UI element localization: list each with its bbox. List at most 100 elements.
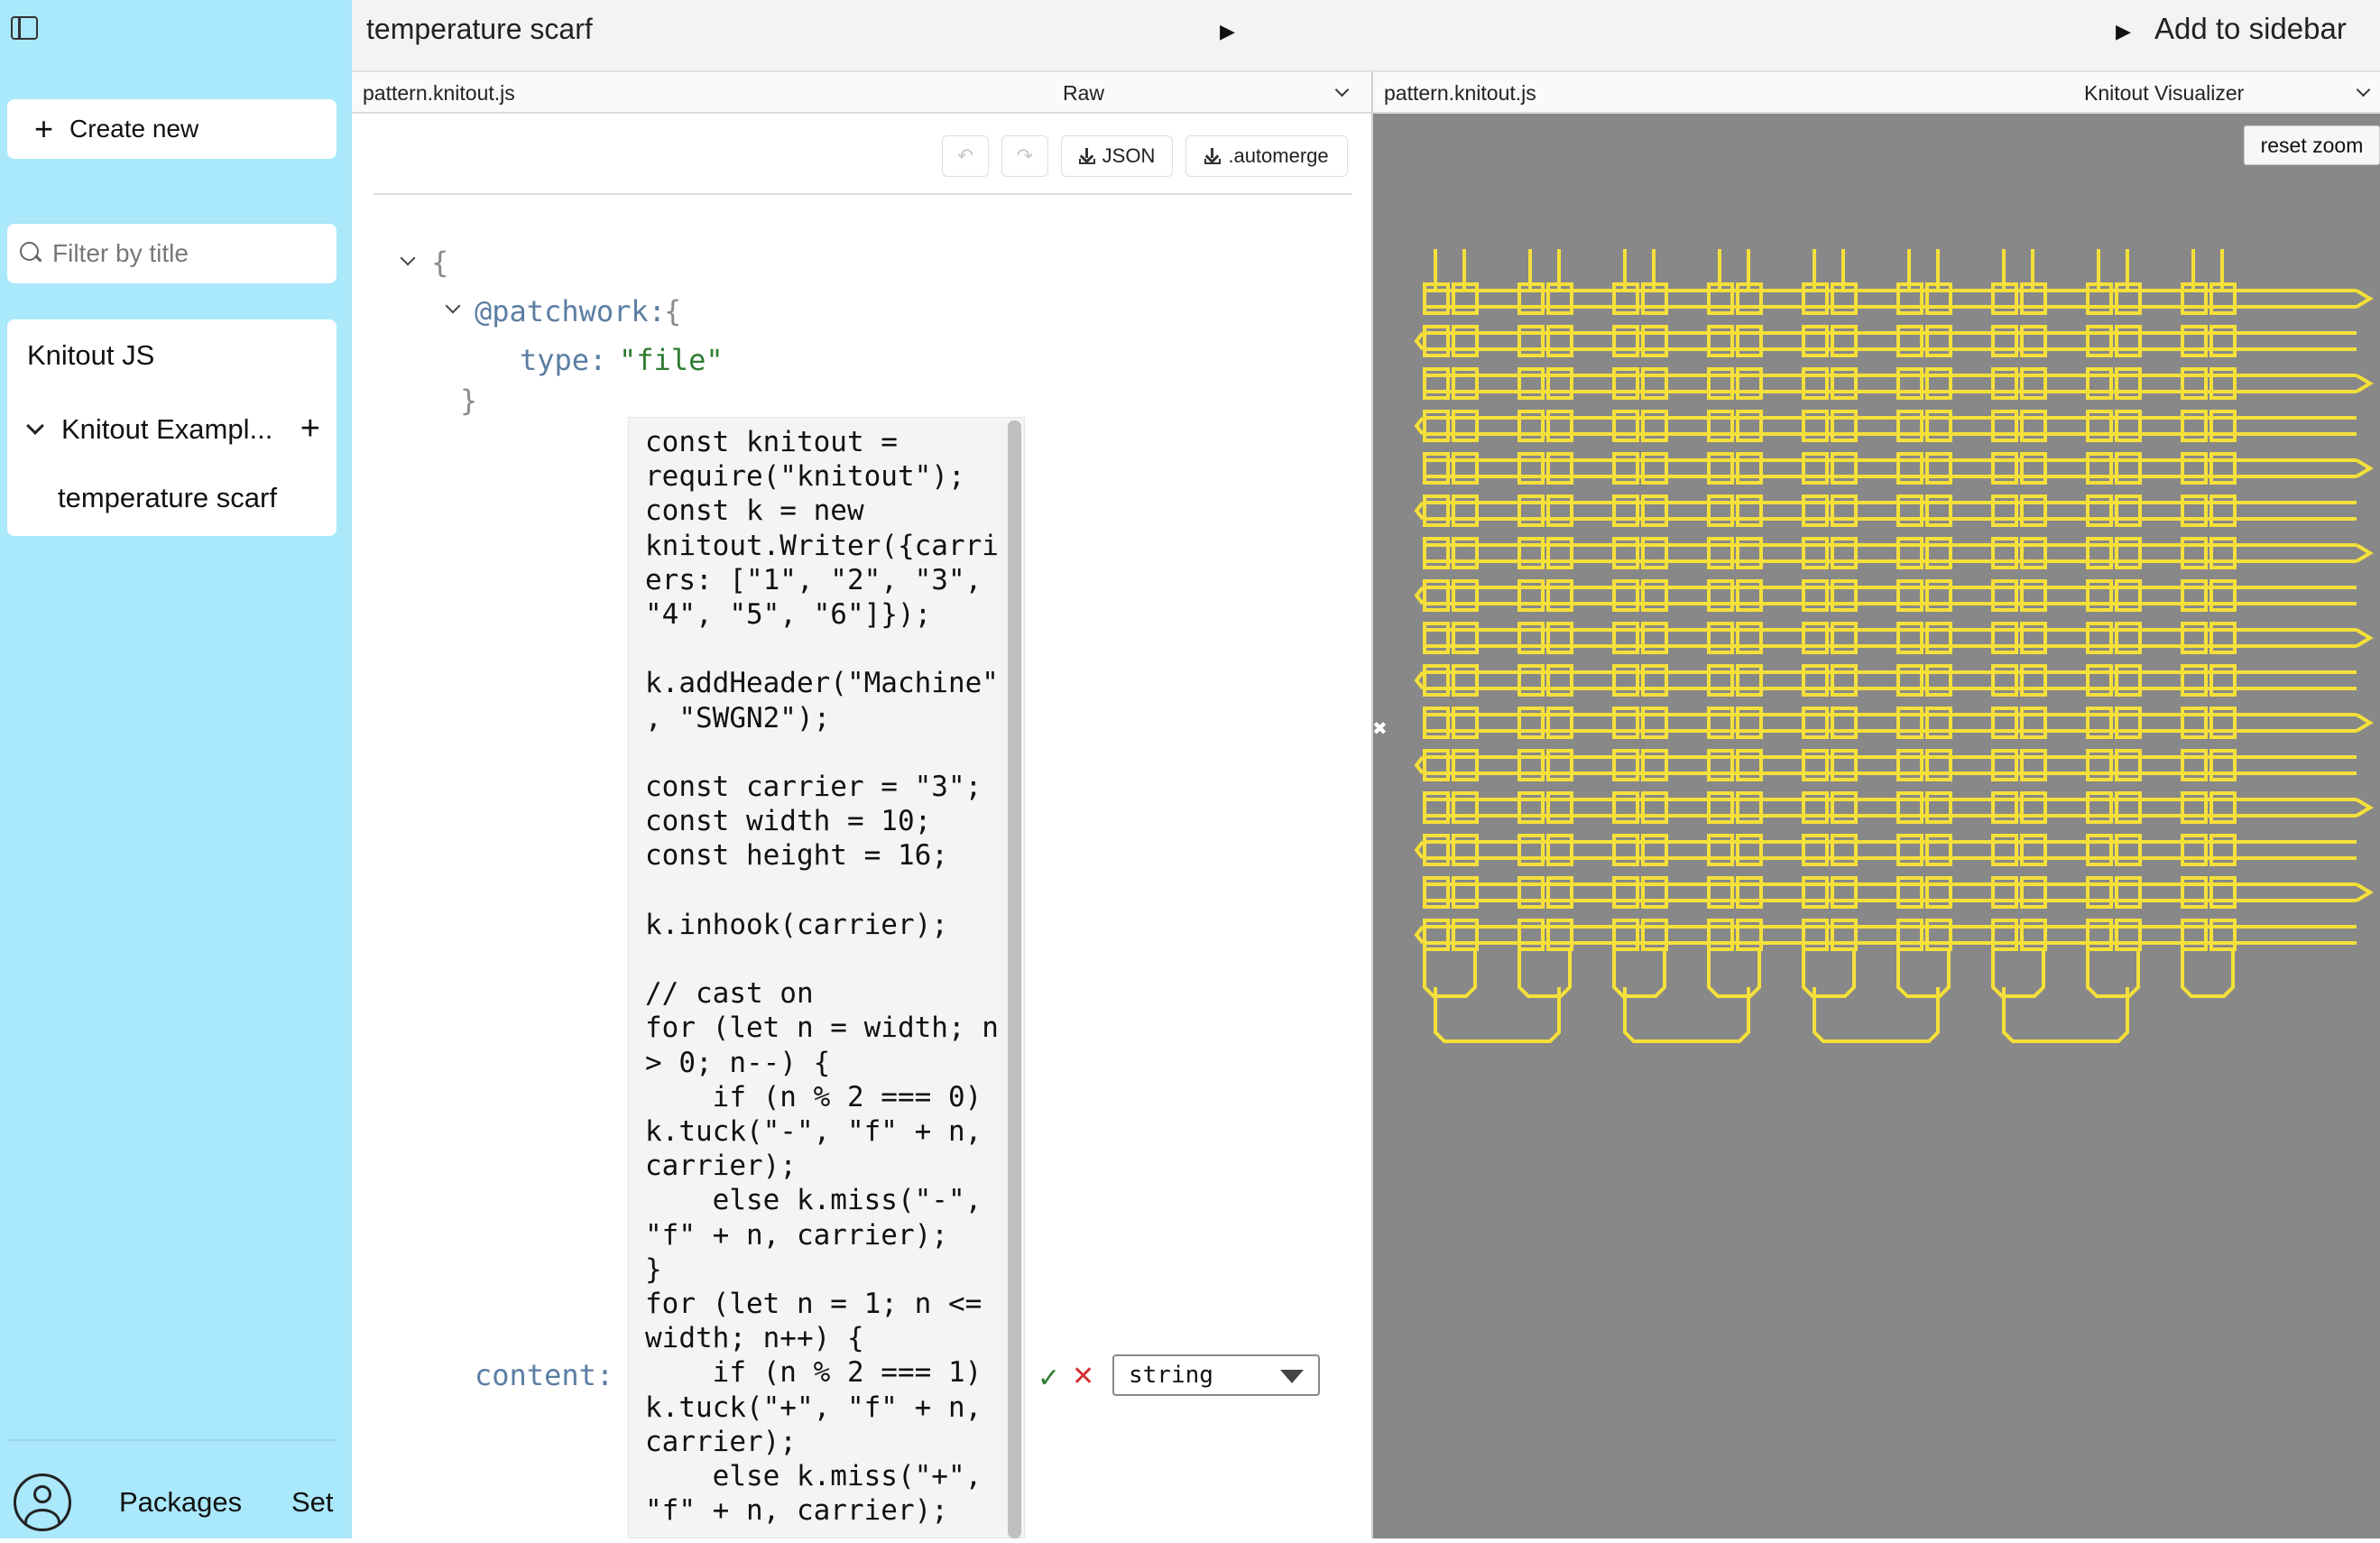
stitch-loop	[1925, 919, 1952, 951]
stitch-loop	[1546, 707, 1573, 739]
cancel-x-icon[interactable]: ✕	[1072, 1361, 1094, 1392]
type-select[interactable]: string	[1112, 1354, 1320, 1396]
stitch-loop	[1802, 707, 1829, 739]
reset-zoom-button[interactable]: reset zoom	[2244, 125, 2380, 165]
yarn-turn	[2355, 713, 2374, 733]
content-code-textarea[interactable]: const knitout = require("knitout"); cons…	[628, 417, 1025, 1538]
stitch-loop	[1831, 410, 1858, 442]
settings-link[interactable]: Set	[291, 1486, 352, 1519]
stitch-loop	[2181, 876, 2208, 909]
stitch-loop	[1991, 834, 2018, 866]
stitch-loop	[1517, 791, 1545, 824]
stitch-loop	[1802, 325, 1829, 357]
code-scrollbar[interactable]	[1008, 420, 1021, 1538]
stitch-loop	[1517, 876, 1545, 909]
sidebar: + Create new Knitout JS Knitout Exampl..…	[0, 0, 352, 1538]
stitch-loop	[1707, 537, 1734, 569]
stitch-loop	[1736, 494, 1763, 527]
stitch-loop	[1802, 579, 1829, 612]
stitch-loop	[1452, 707, 1479, 739]
plus-icon: +	[34, 110, 54, 147]
stitch-loop	[2181, 664, 2208, 697]
stitch-loop	[2020, 749, 2047, 781]
stitch-loop	[1546, 579, 1573, 612]
stitch-loop	[1641, 622, 1668, 654]
stitch-loop	[2115, 791, 2142, 824]
stitch-loop	[1802, 834, 1829, 866]
chevron-down-icon[interactable]	[2356, 82, 2371, 97]
stitch-loop	[1546, 367, 1573, 400]
stitch-loop	[2086, 749, 2113, 781]
left-pane-tab: pattern.knitout.js Raw	[352, 72, 1373, 114]
chevron-down-icon[interactable]	[1334, 82, 1350, 97]
stitch-loop	[1802, 494, 1829, 527]
right-pane-mode-select[interactable]: Knitout Visualizer	[2084, 81, 2244, 106]
undo-button[interactable]: ↶	[942, 135, 989, 177]
stitch-loop	[1831, 622, 1858, 654]
stitch-loop	[1736, 410, 1763, 442]
left-pane-mode-select[interactable]: Raw	[1063, 81, 1104, 106]
code-text[interactable]: const knitout = require("knitout"); cons…	[629, 418, 1024, 1529]
download-automerge-button[interactable]: .automerge	[1185, 135, 1348, 177]
folder-knitout-examples[interactable]: Knitout Exampl... +	[23, 410, 326, 448]
stitch-loop	[2209, 537, 2237, 569]
stitch-loop	[1896, 537, 1923, 569]
download-json-button[interactable]: JSON	[1061, 135, 1173, 177]
stitch-loop	[2115, 410, 2142, 442]
stitch-loop	[2209, 919, 2237, 951]
add-to-folder-button[interactable]: +	[300, 410, 320, 448]
stitch-loop	[2181, 622, 2208, 654]
stitch-loop	[1517, 622, 1545, 654]
stitch-loop	[1641, 410, 1668, 442]
stitch-loop	[1896, 664, 1923, 697]
cast-on-loop	[2086, 951, 2140, 998]
play-icon[interactable]: ▶	[2116, 20, 2131, 43]
yarn-turn	[1414, 670, 1425, 690]
redo-button[interactable]: ↷	[1001, 135, 1048, 177]
stitch-loop	[2086, 494, 2113, 527]
confirm-check-icon[interactable]: ✓	[1038, 1363, 1060, 1394]
sidebar-item-temperature-scarf[interactable]: temperature scarf	[58, 482, 277, 514]
document-title[interactable]: temperature scarf	[366, 13, 593, 46]
account-avatar-icon[interactable]	[14, 1474, 71, 1531]
create-new-button[interactable]: + Create new	[7, 99, 337, 159]
stitch-loop	[1641, 876, 1668, 909]
yarn-turn	[2355, 289, 2374, 309]
stitch-loop	[2020, 622, 2047, 654]
stitch-loop	[1707, 876, 1734, 909]
stitch-loop	[1896, 325, 1923, 357]
stitch-loop	[1925, 410, 1952, 442]
play-icon[interactable]: ▶	[1220, 20, 1235, 43]
type-value[interactable]: "file"	[619, 343, 724, 377]
stitch-loop	[1707, 579, 1734, 612]
patchwork-key[interactable]: @patchwork:	[475, 294, 666, 328]
stitch-loop	[2209, 494, 2237, 527]
stitch-loop	[1517, 834, 1545, 866]
stitch-loop	[1802, 664, 1829, 697]
add-to-sidebar-button[interactable]: Add to sidebar	[2154, 12, 2347, 46]
cast-on-loop	[1802, 951, 1856, 998]
sidebar-toggle-icon[interactable]	[11, 16, 38, 40]
stitch-loop	[1991, 537, 2018, 569]
knitout-visualizer-canvas[interactable]	[1373, 114, 2380, 1538]
stitch-loop	[1925, 664, 1952, 697]
filter-input[interactable]	[52, 239, 323, 268]
stitch-loop	[1612, 749, 1639, 781]
right-pane-file-name: pattern.knitout.js	[1384, 81, 1536, 105]
stitch-loop	[2209, 707, 2237, 739]
stitch-loop	[1423, 749, 1450, 781]
stitch-loop	[1452, 919, 1479, 951]
stitch-loop	[1991, 622, 2018, 654]
resize-handle-icon[interactable]: ✖	[1372, 717, 1388, 740]
chevron-down-icon[interactable]	[26, 417, 44, 435]
stitch-loop	[1641, 494, 1668, 527]
top-bar: temperature scarf ▶ ▶ Add to sidebar	[352, 0, 2380, 72]
knit-pattern-drawing	[1414, 249, 2374, 1043]
packages-link[interactable]: Packages	[119, 1486, 242, 1519]
stitch-loop	[2181, 452, 2208, 485]
filter-field[interactable]	[7, 224, 337, 283]
stitch-loop	[2020, 791, 2047, 824]
stitch-loop	[1831, 537, 1858, 569]
stitch-loop	[2086, 791, 2113, 824]
stitch-loop	[1896, 367, 1923, 400]
